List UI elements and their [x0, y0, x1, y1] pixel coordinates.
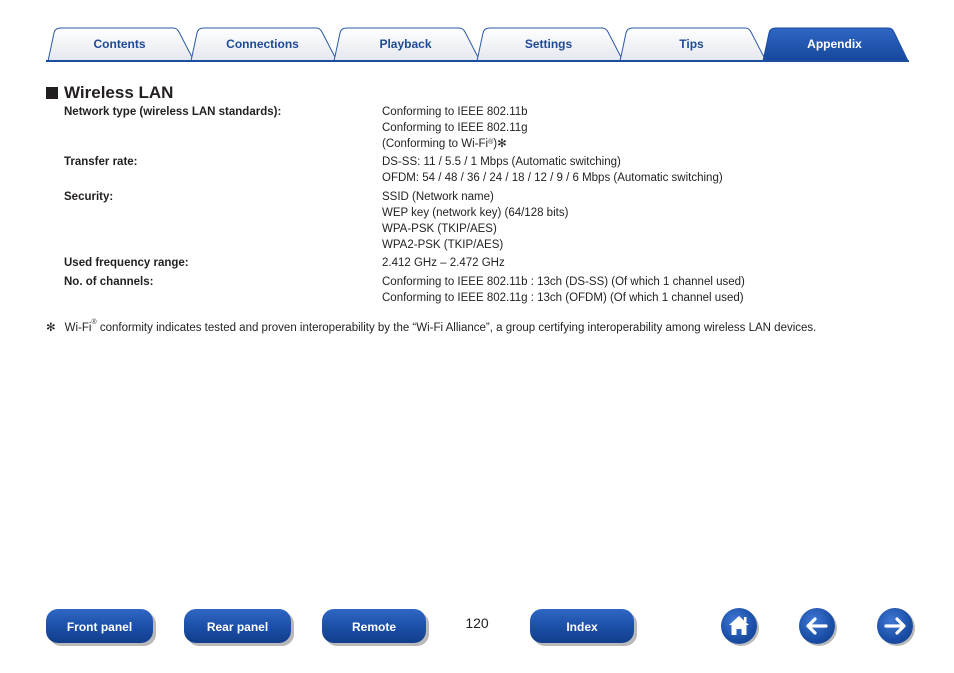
tab-label: Contents: [93, 37, 146, 51]
spec-value-line: SSID (Network name): [382, 191, 494, 203]
tab-settings[interactable]: Settings: [477, 27, 620, 61]
spec-value-line: OFDM: 54 / 48 / 36 / 24 / 18 / 12 / 9 / …: [382, 172, 723, 184]
wifi-suffix: )✻: [493, 138, 507, 150]
tab-label: Connections: [226, 37, 299, 51]
spec-label-security: Security:: [64, 191, 114, 203]
spec-value-line: 2.412 GHz – 2.472 GHz: [382, 257, 505, 269]
arrow-left-icon: [806, 617, 828, 635]
spec-value-transfer-rate: DS-SS: 11 / 5.5 / 1 Mbps (Automatic swit…: [382, 154, 723, 186]
tab-appendix[interactable]: Appendix: [763, 27, 906, 61]
footnote-prefix: Wi-Fi: [64, 322, 92, 334]
home-button[interactable]: [721, 608, 757, 644]
home-icon: [729, 616, 749, 635]
spec-value-line: Conforming to IEEE 802.11b : 13ch (DS-SS…: [382, 276, 745, 288]
section-title: Wireless LAN: [64, 83, 174, 102]
forward-button[interactable]: [877, 608, 913, 644]
tab-contents[interactable]: Contents: [48, 27, 191, 61]
top-tab-bar: Contents Connections Playback Settings T…: [46, 27, 909, 63]
spec-value-frequency: 2.412 GHz – 2.472 GHz: [382, 255, 505, 271]
footnote-text: conformity indicates tested and proven i…: [96, 322, 817, 334]
registered-mark: ®: [488, 139, 494, 146]
footnote-mark: ✻: [46, 322, 56, 334]
spec-label-frequency: Used frequency range:: [64, 257, 189, 269]
bullet-square-icon: [46, 87, 58, 99]
tab-label: Playback: [379, 37, 432, 51]
tab-label: Tips: [679, 37, 704, 51]
spec-value-channels: Conforming to IEEE 802.11b : 13ch (DS-SS…: [382, 274, 745, 306]
spec-label-transfer-rate: Transfer rate:: [64, 156, 138, 168]
index-button[interactable]: Index: [530, 609, 634, 643]
spec-value-line: Conforming to IEEE 802.11b: [382, 106, 528, 118]
tab-bar-rule: [46, 60, 909, 62]
spec-value-line: DS-SS: 11 / 5.5 / 1 Mbps (Automatic swit…: [382, 156, 621, 168]
registered-mark: ®: [91, 319, 97, 326]
spec-value-line: WPA-PSK (TKIP/AES): [382, 223, 497, 235]
tab-label: Settings: [524, 37, 573, 51]
remote-button[interactable]: Remote: [322, 609, 426, 643]
spec-value-line: WPA2-PSK (TKIP/AES): [382, 239, 504, 251]
section-heading: Wireless LAN: [46, 83, 173, 103]
spec-value-network-type: Conforming to IEEE 802.11b Conforming to…: [382, 104, 528, 152]
tab-tips[interactable]: Tips: [620, 27, 763, 61]
tab-playback[interactable]: Playback: [334, 27, 477, 61]
arrow-right-icon: [884, 617, 906, 635]
back-button[interactable]: [799, 608, 835, 644]
wifi-prefix: (Conforming to Wi-Fi: [382, 138, 489, 150]
page-number: 120: [465, 615, 489, 631]
tab-label: Appendix: [807, 37, 862, 51]
tab-connections[interactable]: Connections: [191, 27, 334, 61]
rear-panel-button[interactable]: Rear panel: [184, 609, 291, 643]
spec-value-security: SSID (Network name) WEP key (network key…: [382, 189, 568, 253]
footnote: ✻ Wi-Fi® conformity indicates tested and …: [46, 319, 916, 334]
spec-label-network-type: Network type (wireless LAN standards):: [64, 106, 282, 118]
spec-value-line: Conforming to IEEE 802.11g: [382, 122, 528, 134]
spec-value-line: Conforming to IEEE 802.11g : 13ch (OFDM)…: [382, 292, 744, 304]
spec-value-line: WEP key (network key) (64/128 bits): [382, 207, 569, 219]
front-panel-button[interactable]: Front panel: [46, 609, 153, 643]
spec-value-line-wifi: (Conforming to Wi-Fi®)✻: [382, 136, 528, 152]
spec-label-channels: No. of channels:: [64, 276, 154, 288]
